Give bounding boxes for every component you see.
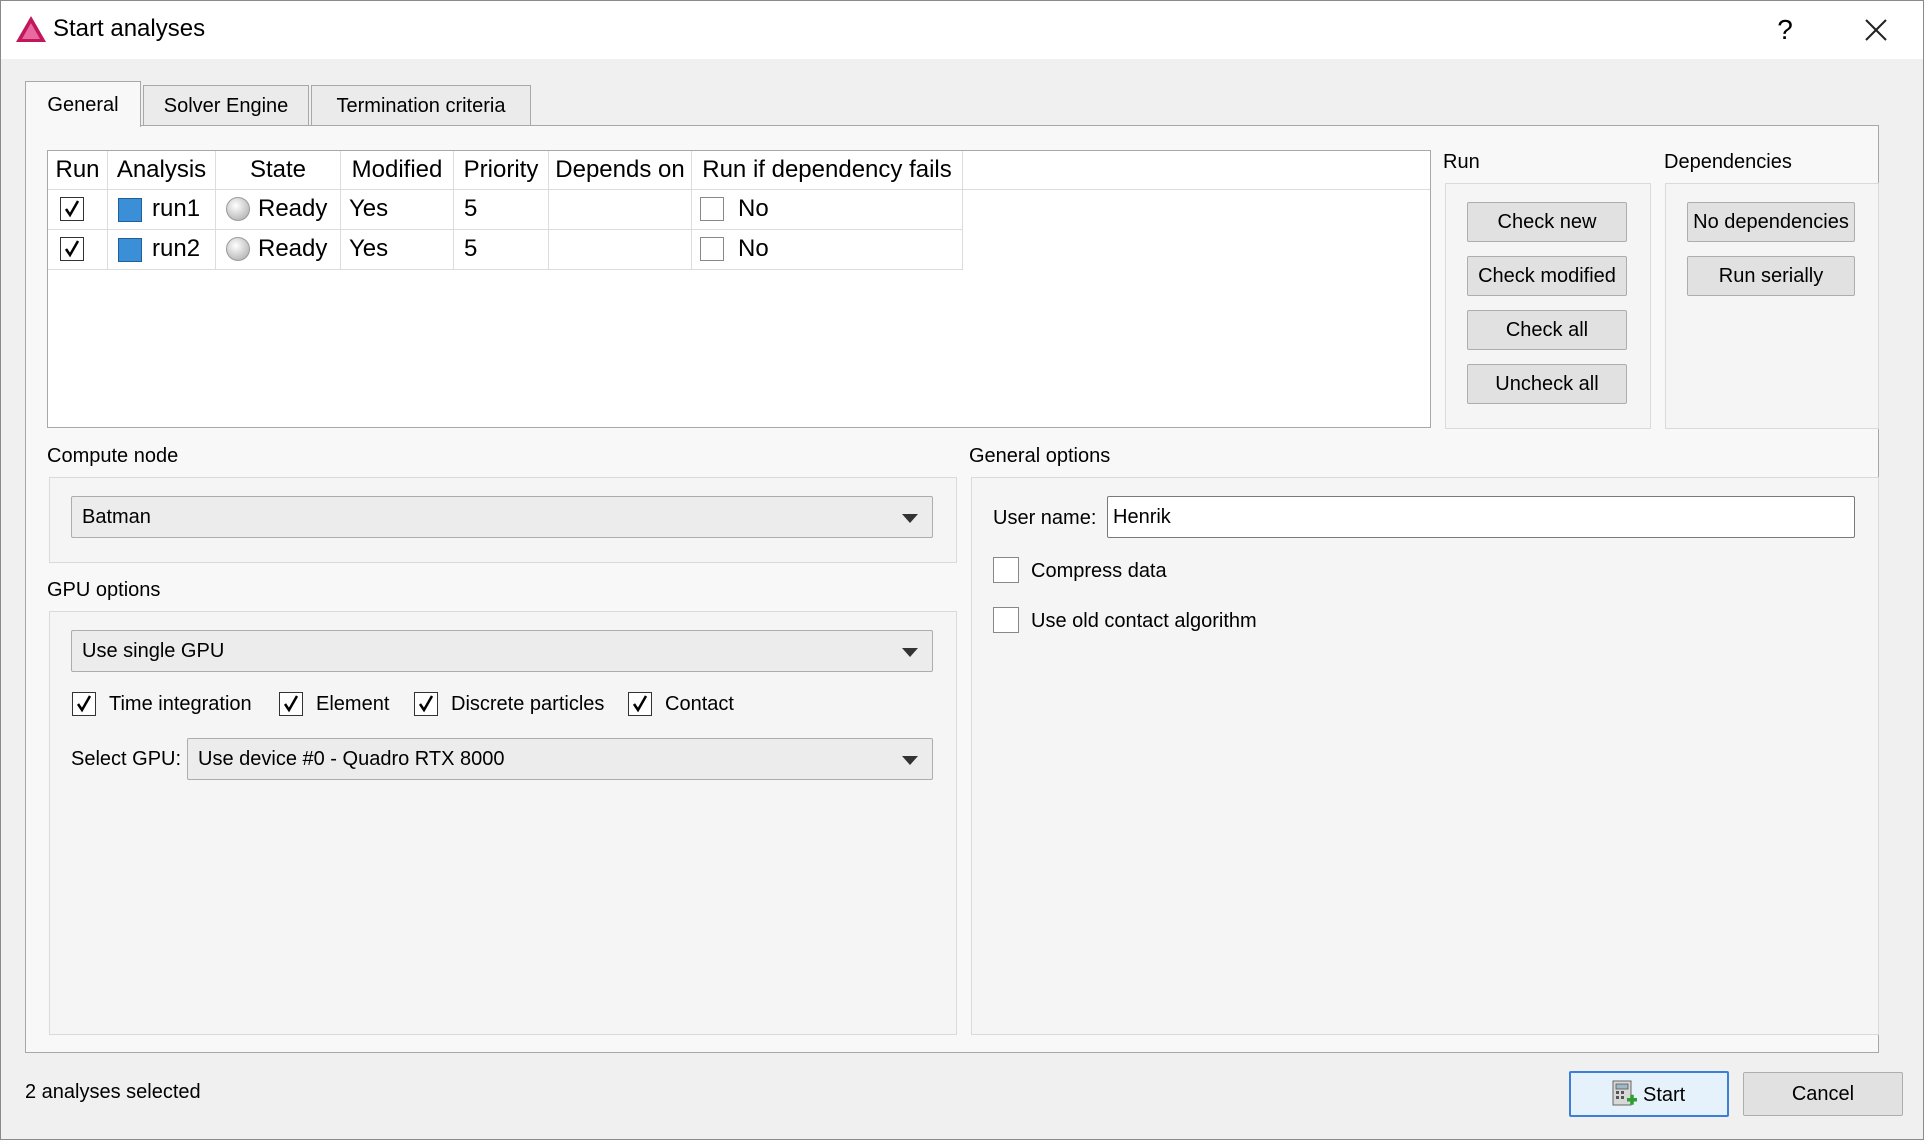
user-name-input[interactable]: Henrik	[1107, 496, 1855, 538]
gpu-mode-select[interactable]: Use single GPU	[71, 630, 933, 672]
close-icon	[1865, 19, 1887, 41]
general-options-label: General options	[969, 445, 1111, 467]
tab-solver-engine[interactable]: Solver Engine	[143, 85, 309, 125]
column-header-analysis[interactable]: Analysis	[108, 151, 216, 189]
run-if-fails-checkbox[interactable]	[700, 237, 724, 261]
title-bar: Start analyses ?	[1, 1, 1923, 59]
contact-checkbox[interactable]	[628, 692, 652, 716]
close-button[interactable]	[1851, 9, 1901, 51]
check-all-button[interactable]: Check all	[1467, 310, 1627, 350]
analyses-table[interactable]: Run Analysis State Modified Priority Dep…	[47, 150, 1431, 428]
state-indicator-icon	[226, 237, 250, 261]
select-gpu-value: Use device #0 - Quadro RTX 8000	[198, 748, 505, 770]
compute-node-label: Compute node	[47, 445, 179, 467]
run-if-fails-checkbox[interactable]	[700, 197, 724, 221]
calculator-plus-icon	[1612, 1080, 1637, 1106]
compute-node-value: Batman	[82, 506, 151, 528]
select-gpu-label: Select GPU:	[71, 748, 182, 770]
analysis-modified: Yes	[341, 229, 454, 269]
tab-general[interactable]: General	[25, 81, 141, 127]
check-new-button[interactable]: Check new	[1467, 202, 1627, 242]
gpu-options-label: GPU options	[47, 579, 161, 601]
table-row[interactable]: run2 Ready Yes 5 No	[48, 229, 963, 270]
gpu-mode-value: Use single GPU	[82, 640, 225, 662]
checkmark-icon	[64, 240, 80, 258]
time-integration-label[interactable]: Time integration	[109, 693, 252, 716]
no-dependencies-button[interactable]: No dependencies	[1687, 202, 1855, 242]
column-header-run-if-dependency-fails[interactable]: Run if dependency fails	[692, 151, 963, 189]
status-text: 2 analyses selected	[25, 1081, 201, 1103]
start-button[interactable]: Start	[1569, 1071, 1729, 1117]
discrete-particles-label[interactable]: Discrete particles	[451, 693, 604, 716]
run-group-label: Run	[1443, 151, 1480, 173]
checkmark-icon	[64, 200, 80, 218]
window-title: Start analyses	[53, 15, 206, 42]
use-old-contact-algorithm-checkbox[interactable]	[993, 607, 1019, 633]
run-checkbox[interactable]	[60, 197, 84, 221]
discrete-particles-checkbox[interactable]	[414, 692, 438, 716]
chevron-down-icon	[902, 756, 918, 765]
cancel-button[interactable]: Cancel	[1743, 1072, 1903, 1116]
tab-termination-criteria[interactable]: Termination criteria	[311, 85, 531, 125]
analysis-depends-on[interactable]	[549, 229, 692, 269]
compute-node-select[interactable]: Batman	[71, 496, 933, 538]
analysis-state: Ready	[258, 195, 328, 222]
contact-label[interactable]: Contact	[665, 693, 734, 716]
time-integration-checkbox[interactable]	[72, 692, 96, 716]
run-if-fails-label: No	[738, 235, 769, 262]
column-header-modified[interactable]: Modified	[341, 151, 454, 189]
column-header-depends-on[interactable]: Depends on	[549, 151, 692, 189]
state-indicator-icon	[226, 197, 250, 221]
analysis-modified: Yes	[341, 189, 454, 229]
start-analyses-dialog: Start analyses ? General Solver Engine T…	[0, 0, 1924, 1140]
checkmark-icon	[632, 695, 648, 713]
checkmark-icon	[76, 695, 92, 713]
gpu-options-group	[49, 611, 957, 1035]
analysis-icon	[118, 238, 142, 262]
checkmark-icon	[283, 695, 299, 713]
element-checkbox[interactable]	[279, 692, 303, 716]
analysis-state: Ready	[258, 235, 328, 262]
run-checkbox[interactable]	[60, 237, 84, 261]
analysis-name: run1	[152, 195, 201, 222]
element-label[interactable]: Element	[316, 693, 389, 716]
table-header: Run Analysis State Modified Priority Dep…	[48, 151, 1430, 190]
check-modified-button[interactable]: Check modified	[1467, 256, 1627, 296]
analysis-icon	[118, 198, 142, 222]
compress-data-checkbox[interactable]	[993, 557, 1019, 583]
chevron-down-icon	[902, 648, 918, 657]
analysis-priority[interactable]: 5	[454, 229, 549, 269]
checkmark-icon	[418, 695, 434, 713]
use-old-contact-algorithm-label[interactable]: Use old contact algorithm	[1031, 610, 1257, 633]
dependencies-group-label: Dependencies	[1664, 151, 1792, 173]
user-name-label: User name:	[993, 507, 1097, 529]
column-header-state[interactable]: State	[216, 151, 341, 189]
start-label: Start	[1643, 1084, 1686, 1106]
app-triangle-icon	[16, 16, 46, 42]
column-header-run[interactable]: Run	[48, 151, 108, 189]
table-row[interactable]: run1 Ready Yes 5 No	[48, 189, 963, 230]
analysis-name: run2	[152, 235, 201, 262]
chevron-down-icon	[902, 514, 918, 523]
column-header-priority[interactable]: Priority	[454, 151, 549, 189]
uncheck-all-button[interactable]: Uncheck all	[1467, 364, 1627, 404]
analysis-depends-on[interactable]	[549, 189, 692, 229]
run-if-fails-label: No	[738, 195, 769, 222]
select-gpu-select[interactable]: Use device #0 - Quadro RTX 8000	[187, 738, 933, 780]
run-serially-button[interactable]: Run serially	[1687, 256, 1855, 296]
compress-data-label[interactable]: Compress data	[1031, 560, 1167, 583]
help-button[interactable]: ?	[1763, 9, 1807, 51]
analysis-priority[interactable]: 5	[454, 189, 549, 229]
